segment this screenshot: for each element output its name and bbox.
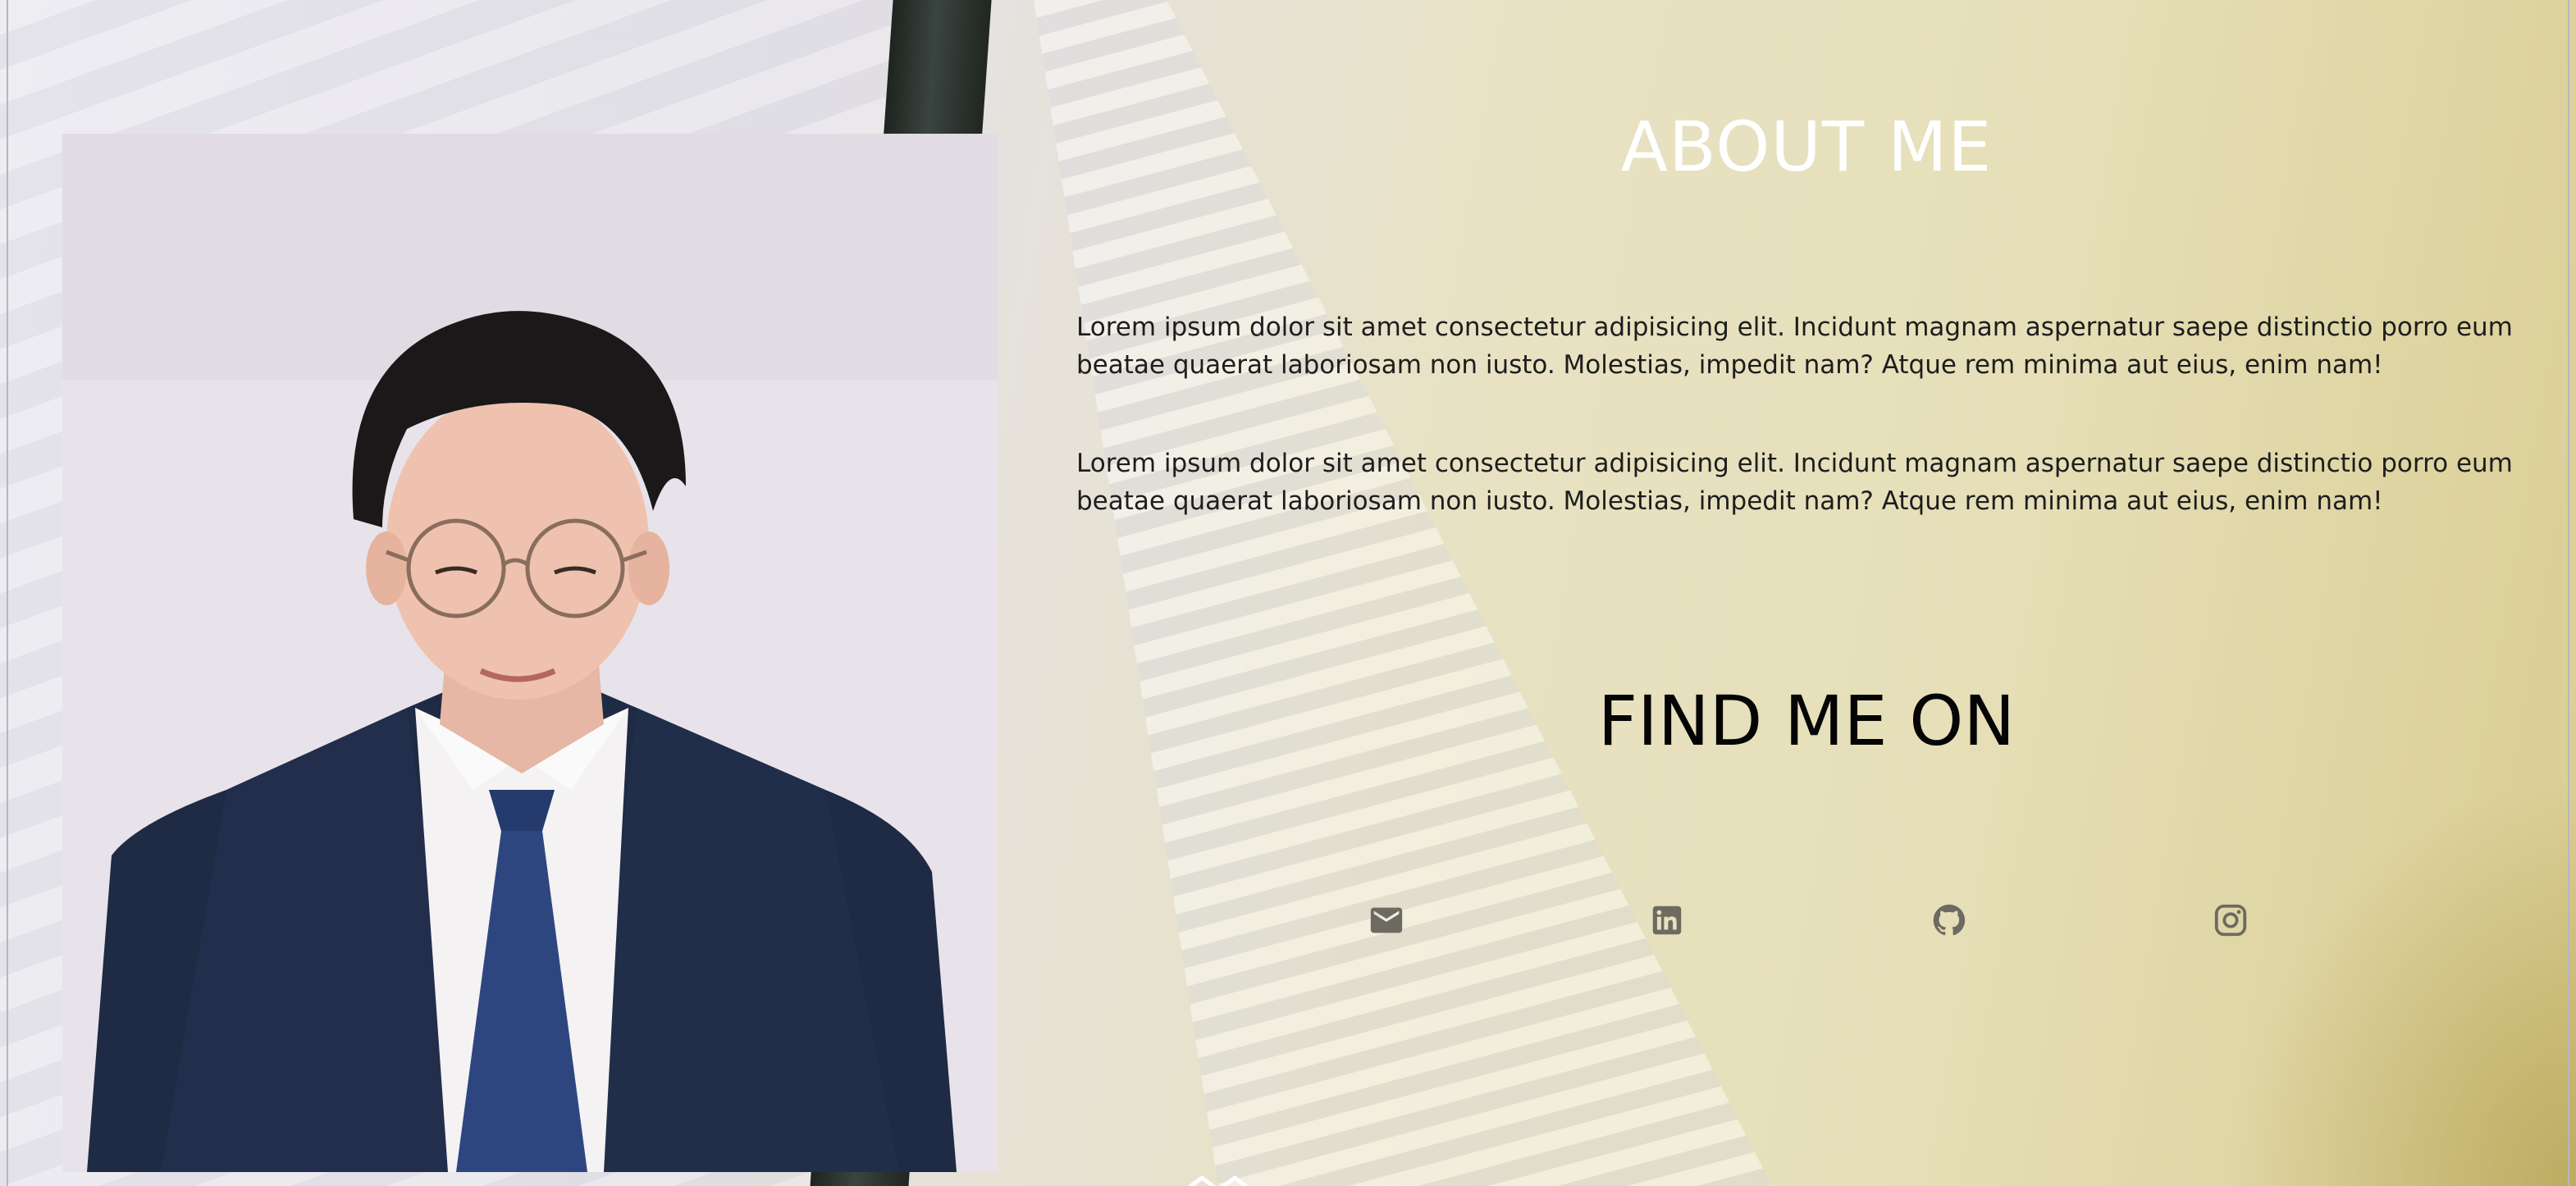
about-paragraph: Lorem ipsum dolor sit amet consectetur a…: [1076, 449, 2513, 516]
instagram-link[interactable]: [2208, 897, 2254, 943]
linkedin-link[interactable]: [1644, 897, 1690, 943]
scroll-chevron-icon[interactable]: [1185, 1175, 1251, 1186]
instagram-icon: [2214, 904, 2247, 937]
about-content: ABOUT ME Lorem ipsum dolor sit amet cons…: [1076, 0, 2537, 1186]
github-link[interactable]: [1926, 897, 1972, 943]
find-me-title: FIND ME ON: [1597, 681, 2016, 761]
profile-photo: [62, 134, 998, 1172]
github-icon: [1933, 904, 1966, 936]
email-link[interactable]: [1363, 897, 1409, 943]
linkedin-icon: [1652, 905, 1682, 935]
about-paragraph: Lorem ipsum dolor sit amet consectetur a…: [1076, 312, 2513, 380]
about-page: ABOUT ME Lorem ipsum dolor sit amet cons…: [0, 0, 2576, 1186]
about-title: ABOUT ME: [1620, 107, 1993, 187]
email-icon: [1370, 907, 1403, 933]
social-links: [1076, 897, 2537, 943]
